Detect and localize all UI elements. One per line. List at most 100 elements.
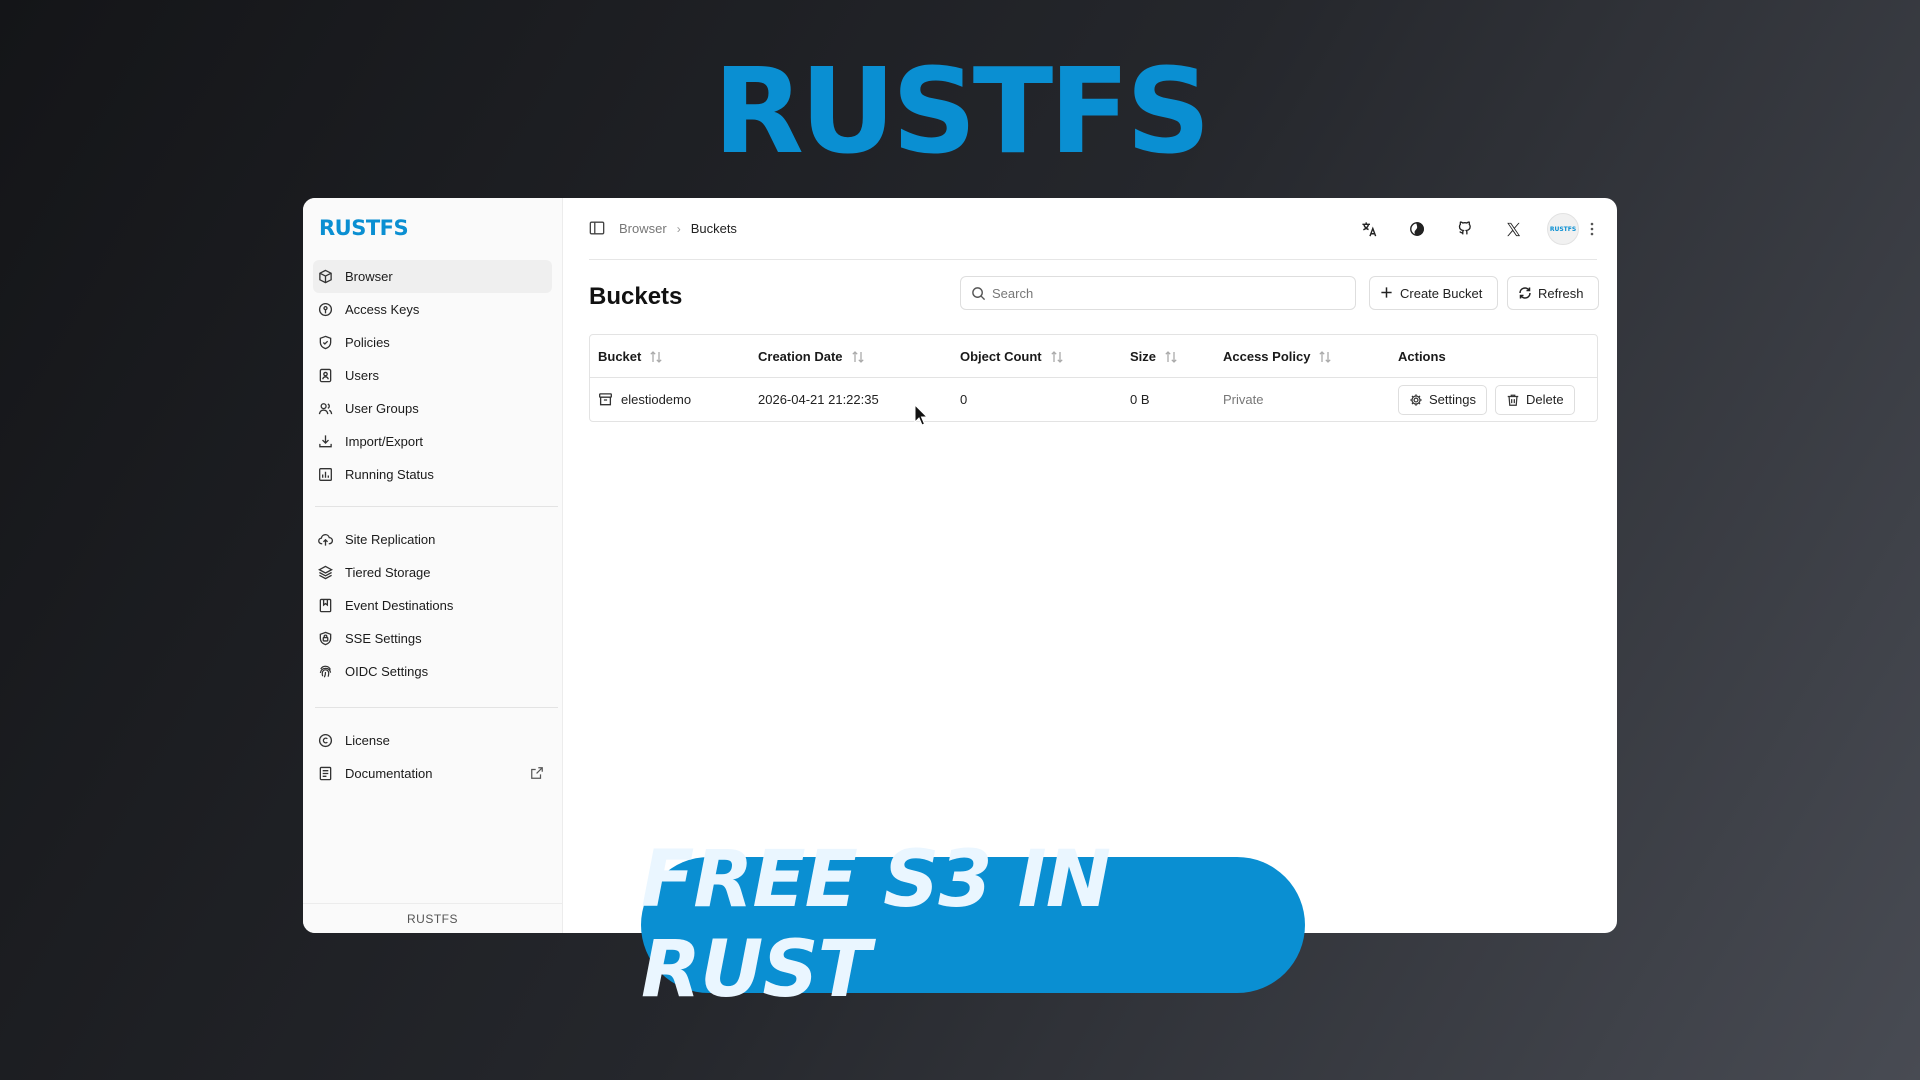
hero-logo: RUSTFS	[713, 42, 1211, 180]
sidebar-item-label: Event Destinations	[345, 598, 454, 613]
sort-icon[interactable]	[1050, 350, 1064, 364]
column-label: Object Count	[960, 349, 1042, 364]
app-window: RUSTFS Browser Access Keys Policies User…	[303, 198, 1617, 933]
nav-group-main: Browser Access Keys Policies Users User …	[313, 260, 552, 491]
nav-group-info: License Documentation	[313, 724, 552, 790]
sort-icon[interactable]	[1164, 350, 1178, 364]
sidebar-item-browser[interactable]: Browser	[313, 260, 552, 293]
main-content: Browser › Buckets RUSTFS Buckets Create …	[563, 198, 1617, 933]
key-icon	[317, 302, 333, 318]
shield-icon	[317, 335, 333, 351]
refresh-icon	[1518, 286, 1532, 300]
refresh-button[interactable]: Refresh	[1507, 276, 1599, 310]
table-row[interactable]: elestiodemo 2026-04-21 21:22:35 0 0 B Pr…	[590, 378, 1597, 421]
download-icon	[317, 434, 333, 450]
plus-icon	[1380, 286, 1394, 300]
column-header-size[interactable]: Size	[1130, 335, 1178, 378]
column-header-access-policy[interactable]: Access Policy	[1223, 335, 1332, 378]
top-bar: Browser › Buckets RUSTFS	[589, 198, 1597, 260]
column-label: Access Policy	[1223, 349, 1311, 364]
promo-banner: FREE S3 IN RUST	[641, 835, 1305, 1015]
sidebar: RUSTFS Browser Access Keys Policies User…	[303, 198, 563, 933]
sidebar-divider	[315, 707, 558, 708]
sidebar-item-site-replication[interactable]: Site Replication	[313, 523, 552, 556]
external-link-icon[interactable]	[530, 766, 544, 780]
layers-icon	[317, 565, 333, 581]
sidebar-item-running-status[interactable]: Running Status	[313, 458, 552, 491]
sidebar-item-event-destinations[interactable]: Event Destinations	[313, 589, 552, 622]
sidebar-item-label: Site Replication	[345, 532, 436, 547]
column-label: Actions	[1398, 349, 1446, 364]
sidebar-item-oidc-settings[interactable]: OIDC Settings	[313, 655, 552, 688]
search-box[interactable]	[960, 276, 1356, 310]
page-title: Buckets	[589, 283, 683, 310]
github-icon[interactable]	[1455, 219, 1475, 239]
delete-button[interactable]: Delete	[1494, 384, 1575, 415]
sidebar-item-label: Policies	[345, 335, 390, 350]
theme-icon[interactable]	[1407, 219, 1427, 239]
trash-icon	[1506, 393, 1520, 407]
table-header: Bucket Creation Date Object Count Size A…	[590, 335, 1597, 378]
x-logo-icon[interactable]	[1503, 219, 1523, 239]
sidebar-item-tiered-storage[interactable]: Tiered Storage	[313, 556, 552, 589]
translate-icon[interactable]	[1359, 219, 1379, 239]
sidebar-footer: RUSTFS	[303, 903, 562, 933]
avatar[interactable]: RUSTFS	[1547, 213, 1579, 245]
sidebar-item-label: Browser	[345, 269, 393, 284]
sidebar-item-documentation[interactable]: Documentation	[313, 757, 552, 790]
users-icon	[317, 401, 333, 417]
sidebar-item-label: Access Keys	[345, 302, 420, 317]
sidebar-item-user-groups[interactable]: User Groups	[313, 392, 552, 425]
cloud-upload-icon	[317, 532, 333, 548]
column-label: Size	[1130, 349, 1157, 364]
creation-date-cell: 2026-04-21 21:22:35	[758, 392, 879, 407]
nav-group-admin: Site Replication Tiered Storage Event De…	[313, 523, 552, 688]
create-bucket-button[interactable]: Create Bucket	[1369, 276, 1498, 310]
sidebar-logo[interactable]: RUSTFS	[319, 216, 409, 240]
search-icon	[971, 286, 986, 301]
sidebar-item-label: Documentation	[345, 766, 433, 781]
column-header-actions: Actions	[1398, 335, 1446, 378]
sidebar-item-label: Users	[345, 368, 379, 383]
cube-icon	[317, 269, 333, 285]
settings-button[interactable]: Settings	[1398, 384, 1487, 415]
column-header-creation-date[interactable]: Creation Date	[758, 335, 865, 378]
column-header-bucket[interactable]: Bucket	[598, 335, 663, 378]
sidebar-item-policies[interactable]: Policies	[313, 326, 552, 359]
mouse-cursor-icon	[914, 404, 928, 426]
sidebar-toggle-icon[interactable]	[589, 220, 607, 238]
breadcrumb-parent[interactable]: Browser	[619, 221, 667, 236]
bucket-name-cell[interactable]: elestiodemo	[598, 378, 691, 421]
sort-icon[interactable]	[649, 350, 663, 364]
more-vertical-icon[interactable]	[1587, 219, 1597, 239]
sort-icon[interactable]	[851, 350, 865, 364]
sidebar-item-users[interactable]: Users	[313, 359, 552, 392]
gear-icon	[1409, 393, 1423, 407]
search-input[interactable]	[992, 285, 1332, 301]
sort-icon[interactable]	[1318, 350, 1332, 364]
banner-text: FREE S3 IN RUST	[641, 835, 1111, 1015]
column-label: Creation Date	[758, 349, 843, 364]
access-policy-cell: Private	[1223, 392, 1264, 407]
buckets-table: Bucket Creation Date Object Count Size A…	[589, 334, 1598, 422]
breadcrumb-current: Buckets	[690, 221, 737, 236]
delete-label: Delete	[1525, 392, 1564, 407]
column-header-object-count[interactable]: Object Count	[960, 335, 1064, 378]
sidebar-item-access-keys[interactable]: Access Keys	[313, 293, 552, 326]
document-icon	[317, 766, 333, 782]
top-actions: RUSTFS	[1331, 198, 1597, 260]
sidebar-item-label: SSE Settings	[345, 631, 422, 646]
sidebar-item-sse-settings[interactable]: SSE Settings	[313, 622, 552, 655]
actions-cell: Settings Delete	[1398, 378, 1583, 421]
copyright-icon	[317, 733, 333, 749]
column-label: Bucket	[598, 349, 642, 364]
sidebar-item-import-export[interactable]: Import/Export	[313, 425, 552, 458]
sidebar-item-label: OIDC Settings	[345, 664, 429, 679]
chevron-right-icon: ›	[676, 221, 681, 236]
sidebar-item-license[interactable]: License	[313, 724, 552, 757]
bucket-name: elestiodemo	[621, 392, 692, 407]
archive-icon	[598, 392, 613, 407]
settings-label: Settings	[1429, 392, 1476, 407]
create-bucket-label: Create Bucket	[1400, 285, 1483, 301]
sidebar-item-label: Tiered Storage	[345, 565, 431, 580]
